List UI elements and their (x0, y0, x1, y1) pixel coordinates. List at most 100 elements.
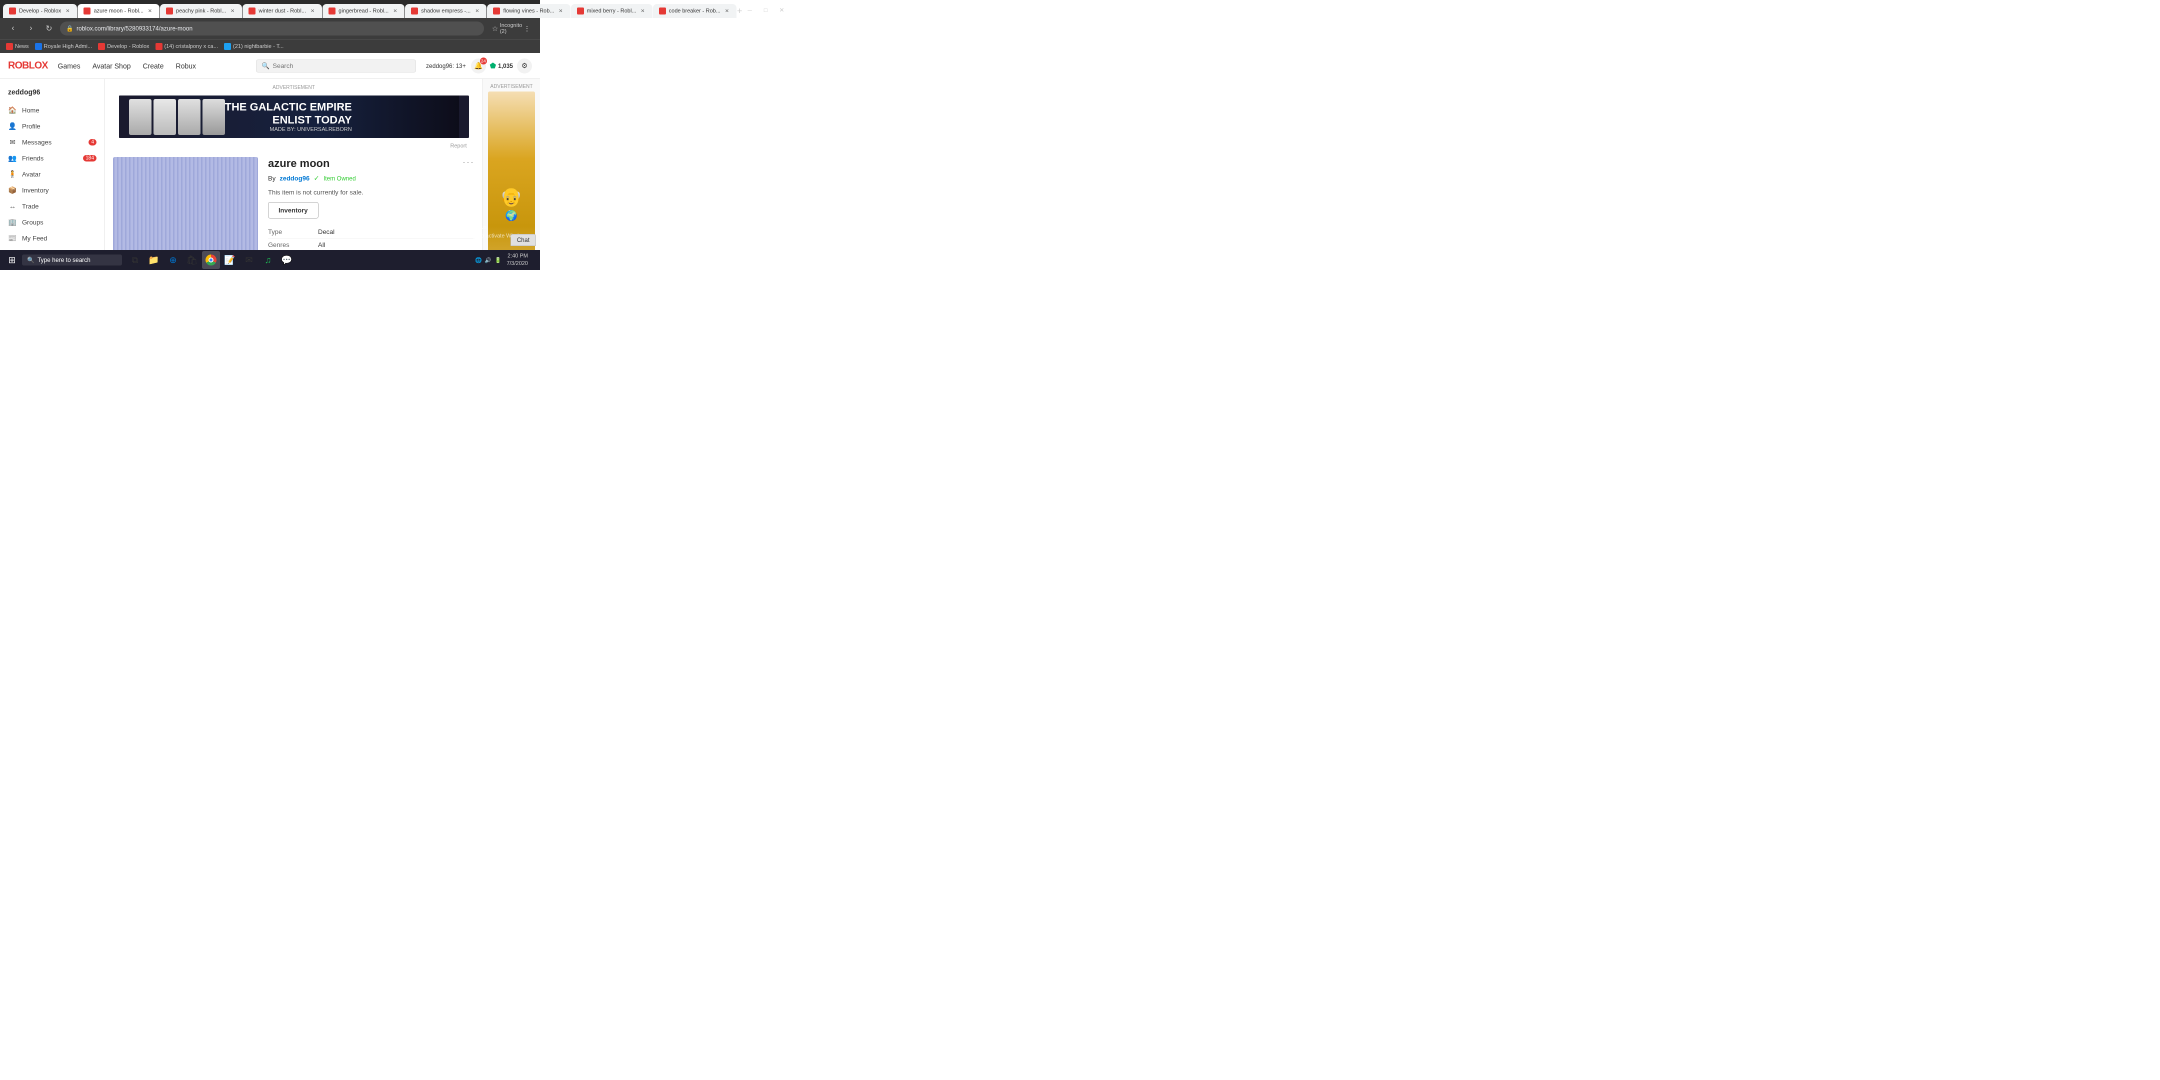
taskbar-search-icon: 🔍 (27, 257, 34, 264)
tab-close-button[interactable]: ✕ (392, 8, 399, 15)
tab-title: mixed berry - Robl... (587, 8, 637, 14)
tab-favicon (84, 8, 91, 15)
minimize-button[interactable]: ─ (743, 3, 757, 17)
address-bar-row: ‹ › ↻ 🔒 roblox.com/library/5280933174/az… (0, 18, 540, 39)
chat-button[interactable]: Chat (510, 234, 536, 246)
close-button[interactable]: ✕ (775, 3, 789, 17)
file-explorer-button[interactable]: 📁 (145, 251, 163, 269)
browser-tab-1[interactable]: Develop - Roblox ✕ (3, 4, 77, 18)
sidebar-icon: 🏠 (8, 106, 17, 115)
tab-favicon (659, 8, 666, 15)
notes-button[interactable]: 📝 (221, 251, 239, 269)
nav-avatar-shop[interactable]: Avatar Shop (92, 62, 130, 70)
nav-create[interactable]: Create (143, 62, 164, 70)
battery-icon: 🔋 (495, 257, 502, 264)
tab-title: gingerbread - Robl... (339, 8, 389, 14)
browser-tab-4[interactable]: winter dust - Robl... ✕ (243, 4, 322, 18)
browser-tab-8[interactable]: mixed berry - Robl... ✕ (571, 4, 653, 18)
sidebar-badge: 184 (83, 155, 96, 162)
roblox-logo: ROBLOX (8, 60, 48, 72)
item-owner-link[interactable]: zeddog96 (280, 175, 310, 183)
discord-button[interactable]: 💬 (278, 251, 296, 269)
tab-favicon (249, 8, 256, 15)
taskbar-search[interactable]: 🔍 Type here to search (22, 255, 122, 266)
header-search[interactable]: 🔍 (256, 59, 416, 72)
reload-button[interactable]: ↻ (42, 22, 56, 36)
lock-icon: 🔒 (66, 25, 73, 32)
browser-tab-3[interactable]: peachy pink - Robl... ✕ (160, 4, 242, 18)
more-options-button[interactable]: ⋮ (520, 22, 534, 36)
sidebar-item-profile[interactable]: 👤 Profile (0, 118, 105, 134)
new-tab-button[interactable]: + (737, 4, 742, 18)
nav-games[interactable]: Games (58, 62, 81, 70)
tab-close-button[interactable]: ✕ (64, 8, 71, 15)
bookmark-item-5[interactable]: (21) nightbarbie - T... (224, 43, 284, 50)
tab-close-button[interactable]: ✕ (309, 8, 316, 15)
bookmark-item-2[interactable]: Royale High Admi... (35, 43, 92, 50)
tab-close-button[interactable]: ✕ (147, 8, 154, 15)
bookmark-label: News (15, 43, 29, 49)
bookmark-label: (21) nightbarbie - T... (233, 43, 284, 49)
edge-browser-button[interactable]: ⊕ (164, 251, 182, 269)
sidebar-item-inventory[interactable]: 📦 Inventory (0, 182, 105, 198)
tab-favicon (493, 8, 500, 15)
tab-close-button[interactable]: ✕ (474, 8, 481, 15)
bookmark-favicon (98, 43, 105, 50)
tab-close-button[interactable]: ✕ (229, 8, 236, 15)
chrome-button[interactable] (202, 251, 220, 269)
sidebar-item-trade[interactable]: ↔ Trade (0, 198, 105, 214)
bookmark-favicon (35, 43, 42, 50)
task-view-button[interactable]: ⧉ (126, 251, 144, 269)
sidebar-item-my-feed[interactable]: 📰 My Feed (0, 230, 105, 246)
bookmark-item-4[interactable]: (14) cristalpony x ca... (155, 43, 218, 50)
content-area: zeddog96 🏠 Home 👤 Profile ✉ Messages 4 👥… (0, 79, 540, 270)
notifications-badge: 24 (480, 57, 487, 64)
item-meta: By zeddog96 ✓ Item Owned (268, 174, 475, 183)
back-button[interactable]: ‹ (6, 22, 20, 36)
item-owned-badge: Item Owned (323, 175, 355, 182)
sidebar-item-avatar[interactable]: 🧍 Avatar (0, 166, 105, 182)
header-username: zeddog96: 13+ (426, 62, 466, 69)
sidebar-item-home[interactable]: 🏠 Home (0, 102, 105, 118)
tab-close-button[interactable]: ✕ (557, 8, 564, 15)
sidebar-item-groups[interactable]: 🏢 Groups (0, 214, 105, 230)
inventory-button[interactable]: Inventory (268, 202, 318, 219)
tab-close-button[interactable]: ✕ (639, 8, 646, 15)
spotify-button[interactable]: ♫ (259, 251, 277, 269)
sidebar-item-friends[interactable]: 👥 Friends 184 (0, 150, 105, 166)
browser-tab-5[interactable]: gingerbread - Robl... ✕ (323, 4, 405, 18)
settings-button[interactable]: ⚙ (517, 58, 532, 73)
sidebar-item-messages[interactable]: ✉ Messages 4 (0, 134, 105, 150)
forward-button[interactable]: › (24, 22, 38, 36)
tab-favicon (166, 8, 173, 15)
bookmark-item-1[interactable]: News (6, 43, 29, 50)
header-icons: 🔔 24 ⬟ 1,035 ⚙ (471, 58, 532, 73)
roblox-header: ROBLOX Games Avatar Shop Create Robux 🔍 … (0, 53, 540, 79)
search-input[interactable] (273, 62, 411, 70)
taskbar-clock: 2:40 PM 7/3/2020 (507, 252, 528, 267)
ad-banner: THE GALACTIC EMPIRE ENLIST TODAY MADE BY… (119, 96, 469, 139)
sidebar-username: zeddog96 (0, 84, 105, 102)
nav-robux[interactable]: Robux (176, 62, 196, 70)
bookmark-item-3[interactable]: Develop - Roblox (98, 43, 149, 50)
ad-label: ADVERTISEMENT (105, 83, 483, 91)
more-options-button[interactable]: ··· (463, 157, 475, 168)
sidebar-item-label: My Feed (22, 234, 47, 242)
browser-tab-9[interactable]: code breaker - Rob... ✕ (653, 4, 737, 18)
sidebar-icon: 📰 (8, 234, 17, 243)
sidebar-icon: 👥 (8, 154, 17, 163)
store-button[interactable]: 🛍 (183, 251, 201, 269)
notifications-button[interactable]: 🔔 24 (471, 58, 486, 73)
start-button[interactable]: ⊞ (4, 252, 20, 268)
tab-close-button[interactable]: ✕ (723, 8, 730, 15)
address-box[interactable]: 🔒 roblox.com/library/5280933174/azure-mo… (60, 22, 484, 36)
browser-tab-6[interactable]: shadow empress -... ✕ (405, 4, 487, 18)
browser-tab-7[interactable]: flowing vines - Rob... ✕ (487, 4, 570, 18)
browser-tab-2[interactable]: azure moon - Robl... ✕ (78, 4, 160, 18)
mail-button[interactable]: ✉ (240, 251, 258, 269)
ad-report[interactable]: Report (119, 143, 469, 149)
volume-icon: 🔊 (485, 257, 492, 264)
tab-favicon (411, 8, 418, 15)
maximize-button[interactable]: □ (759, 3, 773, 17)
sidebar-icon: 🧍 (8, 170, 17, 179)
